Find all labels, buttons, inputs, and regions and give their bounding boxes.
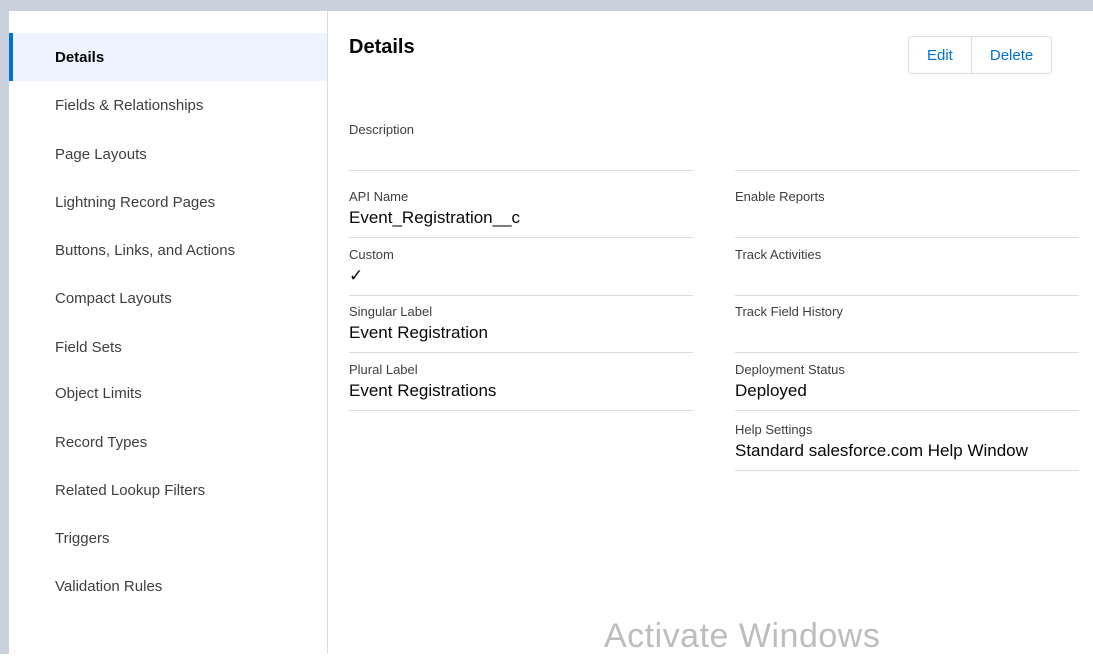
field-label: Plural Label	[349, 362, 418, 377]
top-border	[0, 0, 1093, 11]
sidebar-item-label: Buttons, Links, and Actions	[55, 241, 236, 259]
field-api-name: API Name Event_Registration__c	[349, 188, 693, 238]
sidebar-item-page-layouts[interactable]: Page Layouts	[9, 130, 327, 178]
field-value	[735, 206, 1079, 230]
setup-sidebar: Details Fields & Relationships Page Layo…	[9, 11, 328, 654]
page-title: Details	[349, 36, 415, 58]
field-label: Custom	[349, 247, 394, 262]
field-empty	[735, 121, 1079, 171]
field-label: Enable Reports	[735, 189, 825, 204]
field-value: Standard salesforce.com Help Window	[735, 441, 1028, 460]
sidebar-item-label: Lightning Record Pages	[55, 193, 216, 211]
sidebar-item-details[interactable]: Details	[9, 33, 327, 81]
field-value: Event Registration	[349, 323, 488, 342]
field-value	[735, 321, 1079, 345]
sidebar-item-label: Object Limits	[55, 384, 142, 402]
sidebar-item-label: Page Layouts	[55, 145, 147, 163]
sidebar-item-label: Field Sets	[55, 338, 122, 356]
field-label: API Name	[349, 189, 409, 204]
sidebar-item-compact-layouts[interactable]: Compact Layouts	[9, 274, 327, 322]
field-deployment-status: Deployment Status Deployed	[735, 361, 1079, 411]
field-label: Track Field History	[735, 304, 843, 319]
sidebar-item-label: Compact Layouts	[55, 289, 172, 307]
field-help-settings: Help Settings Standard salesforce.com He…	[735, 421, 1079, 471]
field-label: Track Activities	[735, 247, 822, 262]
field-description: Description	[349, 121, 693, 171]
sidebar-item-buttons-links-actions[interactable]: Buttons, Links, and Actions	[9, 226, 327, 274]
sidebar-item-related-lookup-filters[interactable]: Related Lookup Filters	[9, 466, 327, 514]
sidebar-item-object-limits[interactable]: Object Limits	[9, 369, 327, 417]
field-label: Singular Label	[349, 304, 433, 319]
field-singular-label: Singular Label Event Registration	[349, 303, 693, 353]
field-label: Description	[349, 122, 415, 137]
sidebar-item-field-sets[interactable]: Field Sets	[9, 323, 327, 371]
field-value: Event_Registration__c	[349, 208, 521, 227]
edit-button[interactable]: Edit	[909, 37, 971, 73]
sidebar-item-triggers[interactable]: Triggers	[9, 514, 327, 562]
field-custom: Custom ✓	[349, 246, 693, 296]
left-border	[0, 11, 9, 654]
field-value: Deployed	[735, 381, 807, 400]
sidebar-item-record-types[interactable]: Record Types	[9, 418, 327, 466]
field-value: Event Registrations	[349, 381, 497, 400]
field-plural-label: Plural Label Event Registrations	[349, 361, 693, 411]
field-value	[735, 264, 1079, 288]
details-panel: Details Edit Delete Description API Name…	[328, 11, 1093, 654]
activate-windows-watermark: Activate Windows	[604, 617, 881, 655]
field-label	[735, 121, 1079, 139]
sidebar-item-label: Triggers	[55, 529, 110, 547]
sidebar-item-lightning-record-pages[interactable]: Lightning Record Pages	[9, 178, 327, 226]
field-track-field-history: Track Field History	[735, 303, 1079, 353]
field-value	[349, 139, 693, 163]
sidebar-item-label: Record Types	[55, 433, 148, 451]
field-label: Help Settings	[735, 422, 813, 437]
delete-button[interactable]: Delete	[970, 37, 1052, 73]
sidebar-item-validation-rules[interactable]: Validation Rules	[9, 562, 327, 610]
sidebar-item-label: Fields & Relationships	[55, 96, 204, 114]
checkmark-icon: ✓	[349, 266, 364, 285]
sidebar-item-label: Validation Rules	[55, 577, 163, 595]
sidebar-item-label: Details	[55, 48, 105, 66]
action-button-group: Edit Delete	[908, 36, 1053, 74]
sidebar-item-fields-relationships[interactable]: Fields & Relationships	[9, 81, 327, 129]
sidebar-item-label: Related Lookup Filters	[55, 481, 206, 499]
field-value	[735, 139, 1079, 163]
field-track-activities: Track Activities	[735, 246, 1079, 296]
field-enable-reports: Enable Reports	[735, 188, 1079, 238]
field-label: Deployment Status	[735, 362, 845, 377]
